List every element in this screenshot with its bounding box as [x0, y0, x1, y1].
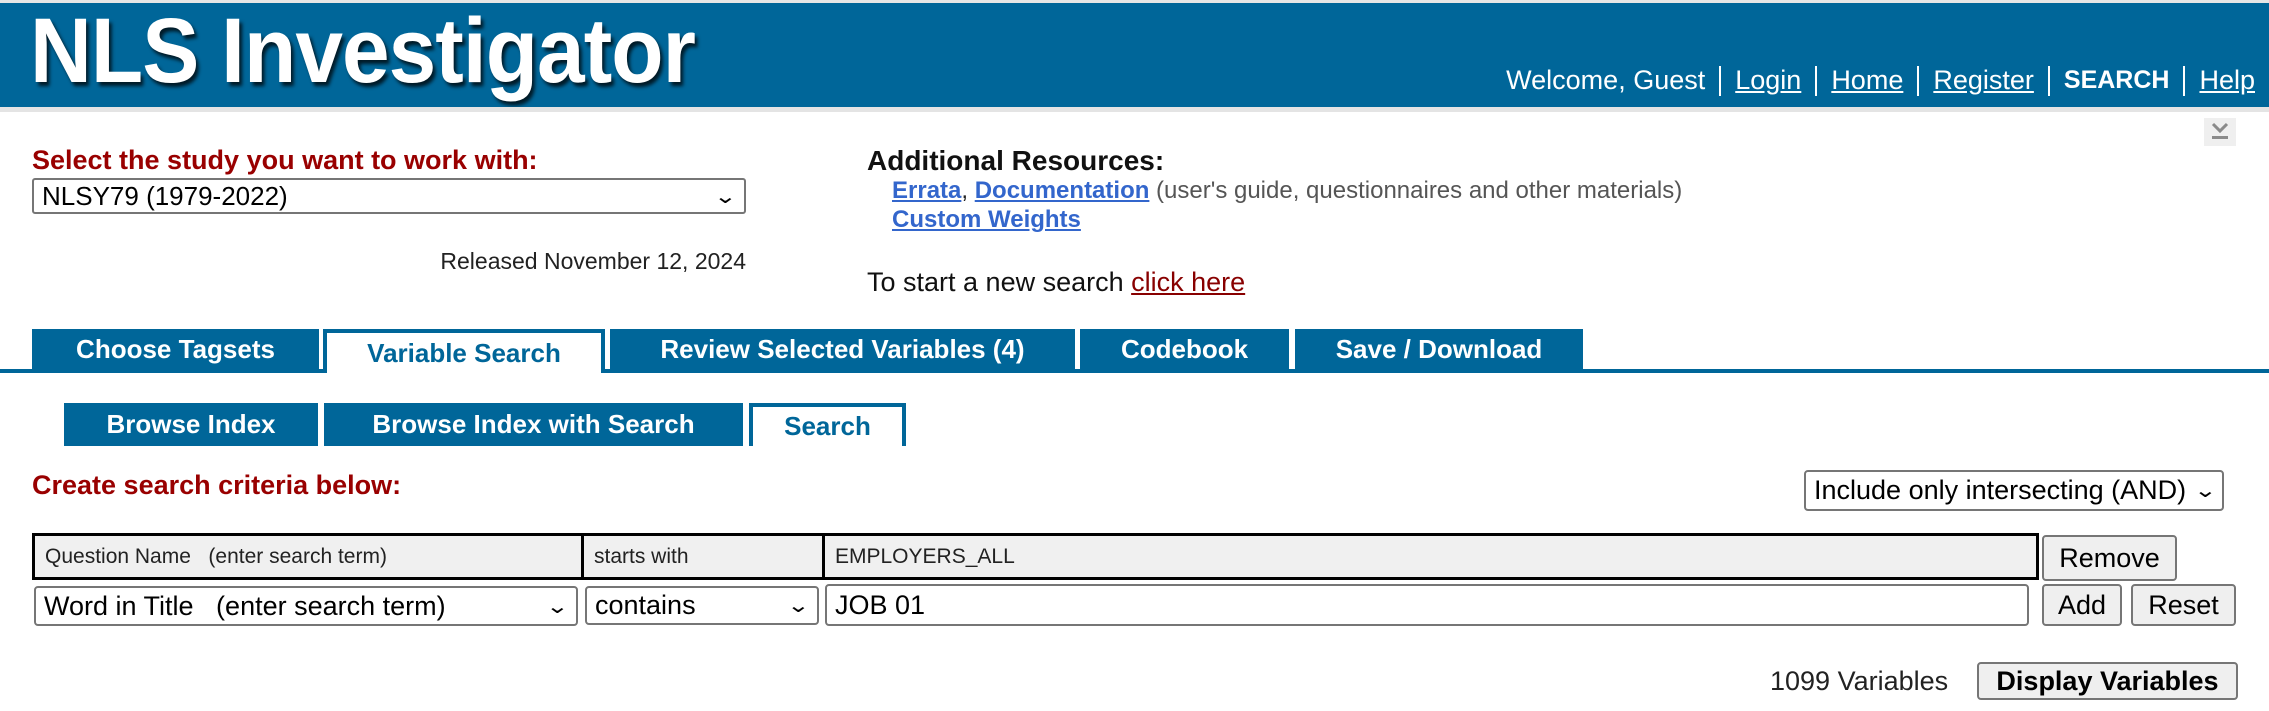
new-search-link[interactable]: click here	[1131, 267, 1245, 297]
operator-select-value: contains	[595, 590, 696, 620]
subtab-search[interactable]: Search	[749, 403, 906, 446]
tab-save-download[interactable]: Save / Download	[1295, 329, 1583, 369]
study-select-label: Select the study you want to work with:	[32, 145, 538, 175]
variable-count: 1099 Variables	[1770, 666, 1949, 696]
search-current-page: SEARCH	[2063, 66, 2170, 94]
new-search-text: To start a new search	[867, 267, 1132, 297]
criterion-operator: starts with	[581, 533, 825, 580]
collapse-header-button[interactable]	[2204, 118, 2236, 146]
subtab-browse-index-with-search[interactable]: Browse Index with Search	[324, 403, 743, 446]
new-search-prompt: To start a new search click here	[867, 267, 1245, 298]
operator-select[interactable]: contains ⌄	[585, 586, 819, 625]
criteria-title: Create search criteria below:	[32, 470, 402, 500]
resources-links: Errata, Documentation (user's guide, que…	[892, 177, 1682, 205]
search-term-value: JOB 01	[835, 589, 926, 620]
field-select[interactable]: Word in Title (enter search term) ⌄	[34, 586, 578, 626]
home-link[interactable]: Home	[1831, 65, 1903, 96]
comma: ,	[961, 177, 975, 204]
combine-mode-select[interactable]: Include only intersecting (AND) ⌄	[1804, 470, 2224, 511]
header-divider	[0, 107, 2269, 112]
tab-review-selected-variables[interactable]: Review Selected Variables (4)	[610, 329, 1075, 369]
nav-separator	[1815, 65, 1818, 96]
login-link[interactable]: Login	[1735, 65, 1801, 96]
criterion-value: EMPLOYERS_ALL	[822, 533, 2039, 580]
nav-separator	[2047, 65, 2050, 96]
site-header: NLS Investigator Welcome, Guest Login Ho…	[0, 0, 2269, 107]
site-logo[interactable]: NLS Investigator	[30, 0, 696, 104]
release-date: Released November 12, 2024	[440, 248, 746, 274]
documentation-note: (user's guide, questionnaires and other …	[1149, 177, 1683, 204]
help-link[interactable]: Help	[2199, 65, 2255, 96]
chevron-down-icon: ⌄	[713, 185, 738, 208]
collapse-chevron-icon	[2211, 122, 2229, 139]
study-select-value: NLSY79 (1979-2022)	[42, 180, 288, 211]
search-term-input[interactable]: JOB 01	[825, 584, 2029, 626]
nav-separator	[1917, 65, 1920, 96]
tab-variable-search[interactable]: Variable Search	[323, 329, 605, 373]
field-select-value: Word in Title (enter search term)	[44, 590, 446, 621]
custom-weights-link[interactable]: Custom Weights	[892, 206, 1081, 233]
study-select[interactable]: NLSY79 (1979-2022) ⌄	[32, 178, 746, 214]
user-nav: Welcome, Guest Login Home Register SEARC…	[1506, 65, 2255, 96]
welcome-text: Welcome, Guest	[1506, 65, 1706, 95]
reset-button[interactable]: Reset	[2131, 584, 2236, 626]
errata-link[interactable]: Errata	[892, 177, 961, 204]
tab-choose-tagsets[interactable]: Choose Tagsets	[32, 329, 319, 369]
remove-button[interactable]: Remove	[2042, 535, 2177, 581]
resources-weights-row: Custom Weights	[892, 206, 1081, 234]
chevron-down-icon: ⌄	[786, 595, 811, 617]
register-link[interactable]: Register	[1933, 65, 2034, 96]
criterion-field: Question Name (enter search term)	[32, 533, 584, 580]
add-button[interactable]: Add	[2042, 584, 2122, 626]
resources-title: Additional Resources:	[867, 145, 1165, 176]
combine-mode-value: Include only intersecting (AND)	[1814, 475, 2187, 505]
nav-separator	[2183, 65, 2186, 96]
display-variables-button[interactable]: Display Variables	[1977, 662, 2238, 700]
chevron-down-icon: ⌄	[2193, 480, 2218, 502]
tab-codebook[interactable]: Codebook	[1080, 329, 1289, 369]
subtab-browse-index[interactable]: Browse Index	[64, 403, 318, 446]
chevron-down-icon: ⌄	[545, 595, 570, 618]
nav-separator	[1719, 65, 1722, 96]
documentation-link[interactable]: Documentation	[975, 177, 1150, 204]
